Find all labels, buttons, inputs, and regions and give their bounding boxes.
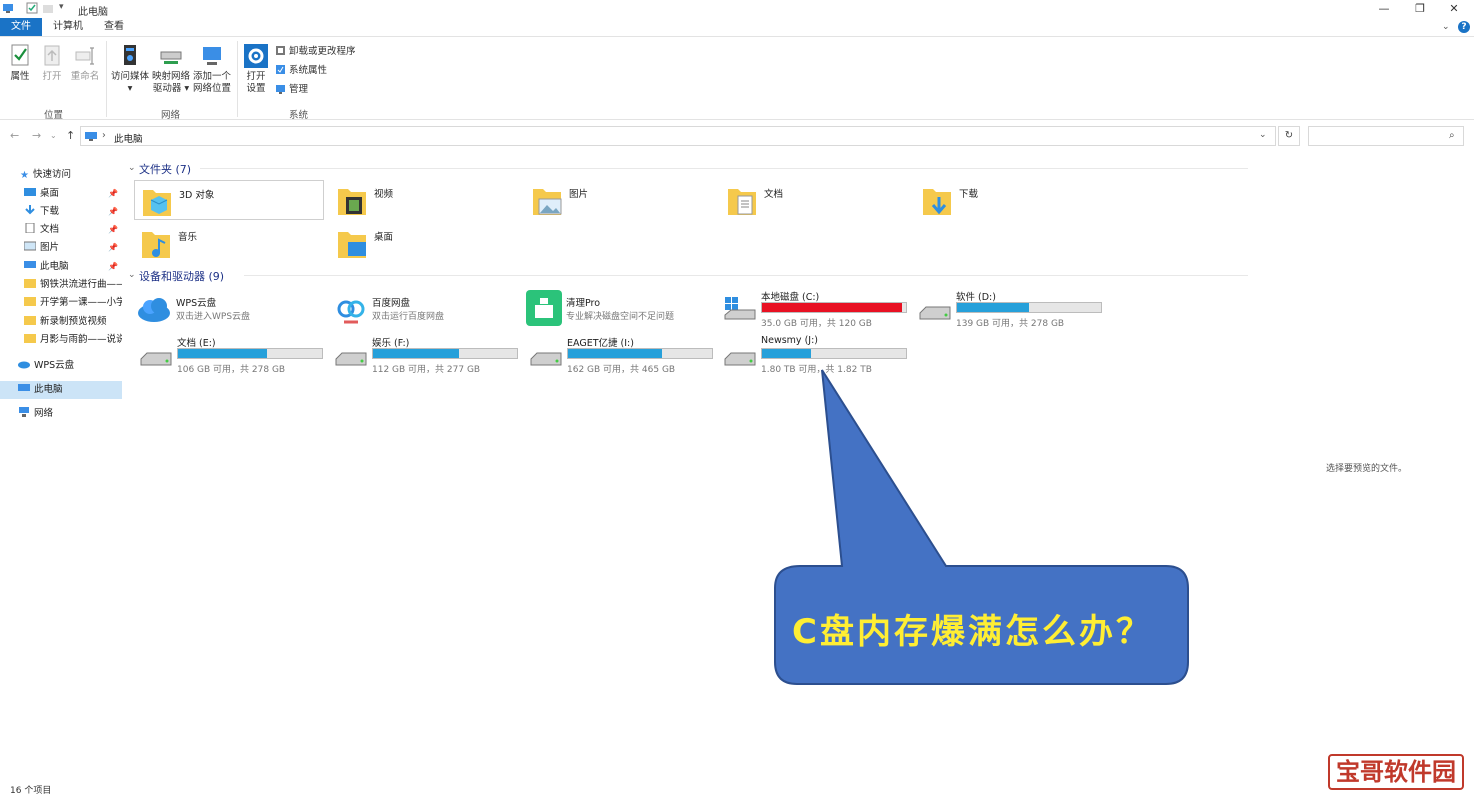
callout-text: C盘内存爆满怎么办？ <box>792 612 1153 652</box>
callout-overlay <box>774 369 1189 685</box>
site-watermark: 宝哥软件园 <box>1328 754 1464 790</box>
